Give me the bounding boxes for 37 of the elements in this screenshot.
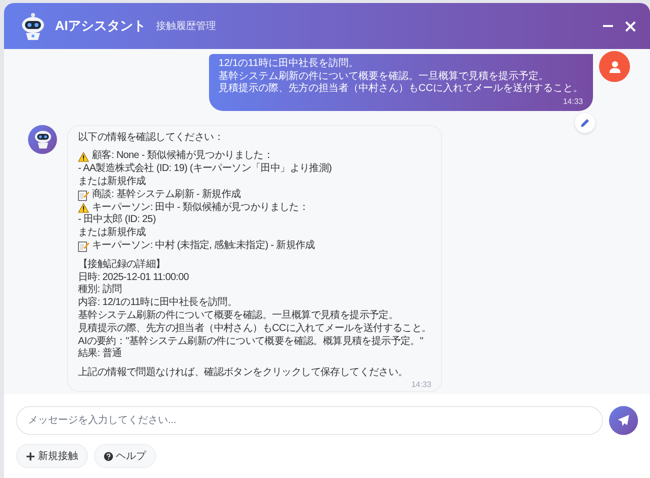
message-text: - AA製造株式会社 (ID: 19) (キーパーソン「田中」より推測) bbox=[78, 163, 332, 176]
send-button[interactable] bbox=[609, 406, 638, 435]
robot-icon bbox=[32, 128, 52, 150]
quick-action-button[interactable]: ヘルプ bbox=[94, 444, 156, 468]
message-text: 結果: 普通 bbox=[78, 348, 122, 362]
message-text: AIの要約："基幹システム刷新の件について概要を確認。概算見積を提示予定。" bbox=[78, 336, 424, 348]
pencil-icon bbox=[580, 118, 590, 128]
message-text: 基幹システム刷新の件について概要を確認。一旦概算で見積を提示予定。 bbox=[218, 70, 550, 82]
message-time: 14:33 bbox=[411, 380, 432, 390]
message-text: キーパーソン: 中村 (未指定, 感触:未指定) - 新規作成 bbox=[92, 240, 315, 253]
plus-icon bbox=[26, 452, 35, 460]
message-text: 内容: 12/1の11時に田中社長を訪問。 bbox=[78, 297, 238, 310]
robot-icon bbox=[20, 11, 46, 41]
message-text: キーパーソン: 田中 - 類似候補が見つかりました： bbox=[92, 202, 309, 214]
message-text: 商談: 基幹システム刷新 - 新規作成 bbox=[92, 188, 241, 202]
help-icon bbox=[104, 452, 113, 460]
message-text: 上記の情報で問題なければ、確認ボタンをクリックして保存してください。 bbox=[78, 367, 408, 380]
message-input[interactable]: メッセージを入力してください... bbox=[16, 406, 603, 435]
message-text: 日時: 2025-12-01 11:00:00 bbox=[78, 272, 189, 284]
message-text: 【接触記録の詳細】 bbox=[78, 258, 166, 272]
message-text: または新規作成 bbox=[78, 227, 146, 240]
person-icon bbox=[608, 60, 620, 73]
message-text: - 田中太郎 (ID: 25) bbox=[78, 214, 156, 226]
message-text: 見積提示の際、先方の担当者（中村さん）もCCに入れてメールを送付すること。 bbox=[78, 322, 432, 336]
message-time: 14:33 bbox=[562, 96, 583, 107]
paper-plane-icon bbox=[617, 414, 630, 427]
message-text: 以下の情報を確認してください： bbox=[78, 132, 224, 144]
message-text: または新規作成 bbox=[78, 176, 146, 188]
window-subtitle: 接触履歴管理 bbox=[156, 20, 216, 34]
message-text: 顧客: None - 類似候補が見つかりました： bbox=[92, 150, 274, 162]
message-text: 12/1の11時に田中社長を訪問。 bbox=[218, 58, 360, 70]
window-title: AIアシスタント bbox=[55, 17, 146, 36]
edit-button[interactable] bbox=[575, 112, 595, 133]
quick-action-button[interactable]: 新規接触 bbox=[16, 444, 88, 468]
message-text: 基幹システム刷新の件について概要を確認。一旦概算で見積を提示予定。 bbox=[78, 310, 398, 322]
message-text: 種別: 訪問 bbox=[78, 284, 122, 296]
message-text: 見積提示の際、先方の担当者（中村さん）もCCに入れてメールを送付すること。 bbox=[218, 83, 583, 96]
